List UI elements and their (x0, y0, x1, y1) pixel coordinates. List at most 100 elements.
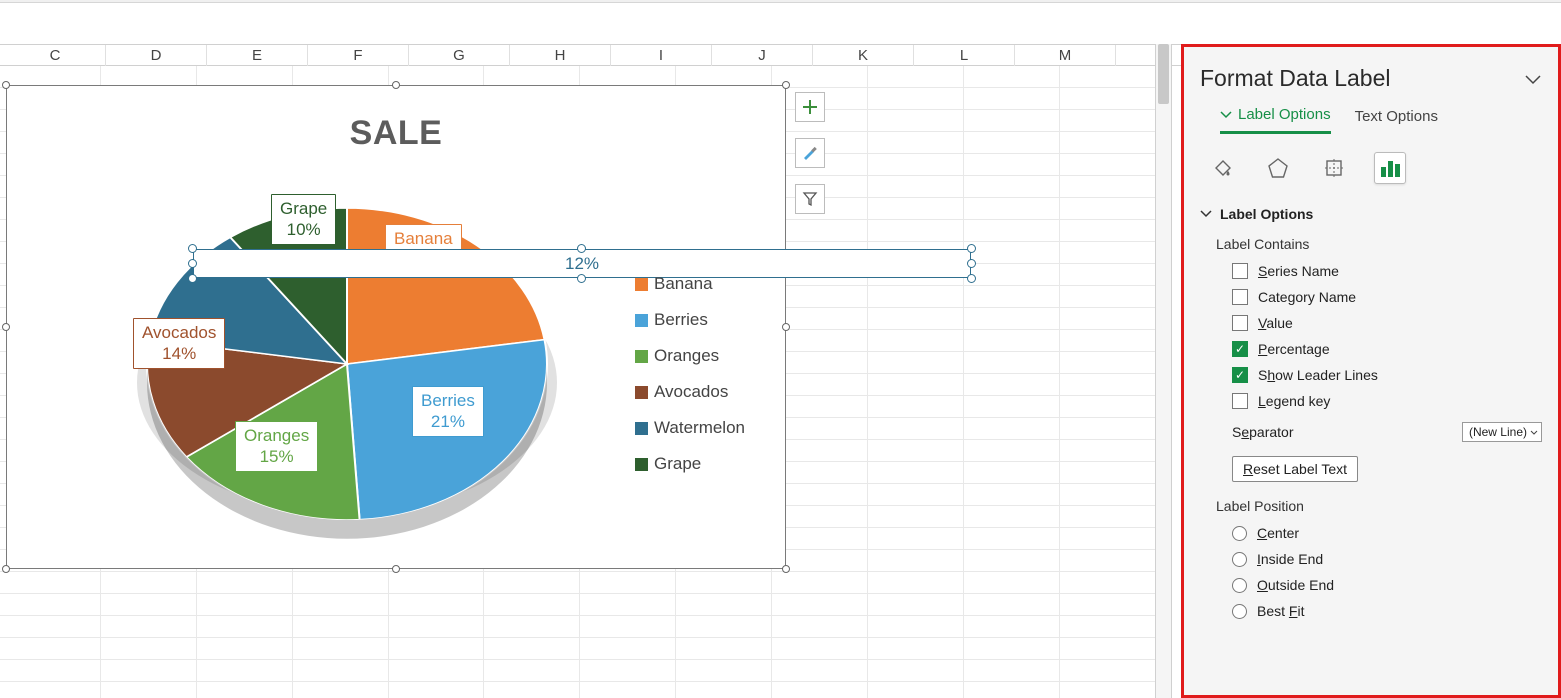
radio-inside-end[interactable]: Inside End (1200, 546, 1542, 572)
grid-cell[interactable] (772, 660, 868, 681)
grid-cell[interactable] (868, 132, 964, 153)
grid-cell[interactable] (772, 286, 868, 307)
data-label-watermelon-selected[interactable]: 12% (193, 249, 971, 278)
grid-cell[interactable] (964, 638, 1060, 659)
grid-cell[interactable] (964, 374, 1060, 395)
grid-cell[interactable] (580, 572, 676, 593)
grid-row[interactable] (0, 616, 1156, 638)
grid-cell[interactable] (964, 132, 1060, 153)
resize-handle[interactable] (2, 323, 10, 331)
grid-cell[interactable] (1060, 550, 1156, 571)
checkbox-series-name[interactable]: Series Name (1200, 258, 1542, 284)
chart-object[interactable]: SALE (6, 85, 786, 569)
grid-cell[interactable] (293, 638, 389, 659)
grid-cell[interactable] (1060, 396, 1156, 417)
grid-cell[interactable] (1060, 264, 1156, 285)
resize-handle[interactable] (392, 565, 400, 573)
grid-cell[interactable] (772, 374, 868, 395)
grid-cell[interactable] (389, 616, 485, 637)
grid-cell[interactable] (580, 638, 676, 659)
grid-cell[interactable] (389, 638, 485, 659)
grid-cell[interactable] (964, 220, 1060, 241)
grid-cell[interactable] (1060, 176, 1156, 197)
legend-item[interactable]: Berries (635, 302, 745, 338)
grid-cell[interactable] (1060, 440, 1156, 461)
grid-cell[interactable] (101, 594, 197, 615)
fill-line-category[interactable] (1206, 152, 1238, 184)
grid-cell[interactable] (580, 660, 676, 681)
radio-best-fit[interactable]: Best Fit (1200, 598, 1542, 624)
grid-cell[interactable] (580, 616, 676, 637)
grid-cell[interactable] (5, 660, 101, 681)
legend-item[interactable]: Watermelon (635, 410, 745, 446)
grid-cell[interactable] (868, 462, 964, 483)
grid-cell[interactable] (676, 572, 772, 593)
grid-cell[interactable] (1060, 572, 1156, 593)
grid-cell[interactable] (1060, 484, 1156, 505)
grid-cell[interactable] (484, 572, 580, 593)
grid-cell[interactable] (389, 66, 485, 87)
selection-handle[interactable] (188, 244, 197, 253)
grid-cell[interactable] (101, 572, 197, 593)
grid-cell[interactable] (293, 616, 389, 637)
grid-cell[interactable] (772, 682, 868, 698)
grid-cell[interactable] (868, 330, 964, 351)
grid-cell[interactable] (197, 616, 293, 637)
grid-cell[interactable] (580, 594, 676, 615)
grid-cell[interactable] (389, 682, 485, 698)
grid-cell[interactable] (868, 88, 964, 109)
grid-row[interactable] (0, 594, 1156, 616)
grid-cell[interactable] (868, 66, 964, 87)
grid-cell[interactable] (580, 66, 676, 87)
grid-cell[interactable] (868, 682, 964, 698)
grid-cell[interactable] (964, 286, 1060, 307)
grid-cell[interactable] (772, 330, 868, 351)
grid-cell[interactable] (293, 660, 389, 681)
grid-cell[interactable] (293, 594, 389, 615)
separator-select[interactable]: (New Line) (1462, 422, 1542, 442)
chart-filters-button[interactable] (795, 184, 825, 214)
data-label-grape[interactable]: Grape 10% (271, 194, 336, 245)
resize-handle[interactable] (2, 565, 10, 573)
grid-cell[interactable] (868, 220, 964, 241)
grid-cell[interactable] (964, 396, 1060, 417)
grid-row[interactable] (0, 660, 1156, 682)
radio-center[interactable]: Center (1200, 520, 1542, 546)
grid-cell[interactable] (676, 682, 772, 698)
grid-cell[interactable] (868, 616, 964, 637)
grid-cell[interactable] (389, 660, 485, 681)
effects-category[interactable] (1262, 152, 1294, 184)
grid-cell[interactable] (964, 110, 1060, 131)
grid-cell[interactable] (868, 176, 964, 197)
col-header[interactable]: C (5, 45, 106, 67)
legend-item[interactable]: Grape (635, 446, 745, 482)
grid-cell[interactable] (1060, 462, 1156, 483)
grid-cell[interactable] (964, 572, 1060, 593)
selection-handle[interactable] (967, 244, 976, 253)
col-header[interactable]: L (914, 45, 1015, 67)
grid-cell[interactable] (101, 682, 197, 698)
chart-legend[interactable]: Banana Berries Oranges Avocados Watermel… (635, 266, 745, 482)
grid-cell[interactable] (389, 594, 485, 615)
grid-cell[interactable] (101, 660, 197, 681)
grid-cell[interactable] (772, 220, 868, 241)
grid-cell[interactable] (484, 660, 580, 681)
grid-cell[interactable] (484, 638, 580, 659)
grid-cell[interactable] (197, 594, 293, 615)
grid-cell[interactable] (197, 660, 293, 681)
data-label-berries[interactable]: Berries 21% (412, 386, 484, 437)
section-label-options[interactable]: Label Options (1200, 198, 1542, 230)
grid-cell[interactable] (868, 660, 964, 681)
col-header[interactable]: D (106, 45, 207, 67)
scrollbar-thumb[interactable] (1158, 44, 1169, 104)
grid-cell[interactable] (484, 682, 580, 698)
grid-cell[interactable] (197, 638, 293, 659)
grid-cell[interactable] (772, 440, 868, 461)
chart-elements-button[interactable] (795, 92, 825, 122)
legend-item[interactable]: Oranges (635, 338, 745, 374)
grid-cell[interactable] (676, 638, 772, 659)
grid-cell[interactable] (964, 462, 1060, 483)
grid-cell[interactable] (772, 506, 868, 527)
tab-text-options[interactable]: Text Options (1355, 106, 1438, 134)
selection-handle[interactable] (967, 259, 976, 268)
